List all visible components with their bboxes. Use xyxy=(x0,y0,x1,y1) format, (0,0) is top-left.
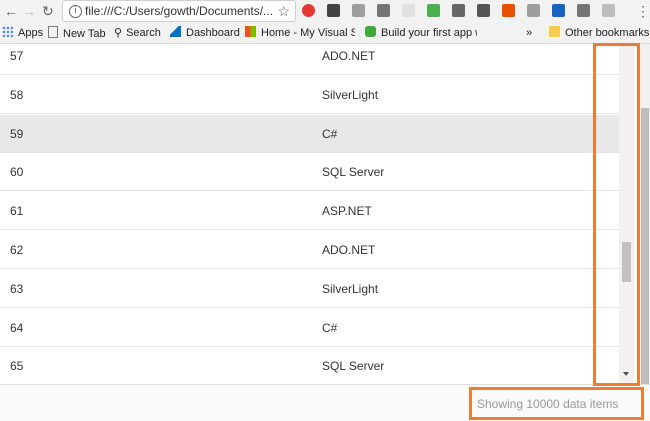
row-id-cell: 61 xyxy=(10,204,24,219)
row-id-cell: 64 xyxy=(10,320,24,335)
table-row[interactable]: 57 ADO.NET xyxy=(0,37,619,75)
row-name-cell: C# xyxy=(322,320,338,335)
browser-toolbar: ← → ↻ i file:///C:/Users/gowth/Documents… xyxy=(0,0,650,23)
row-id-cell: 59 xyxy=(10,126,24,141)
square-icon[interactable] xyxy=(602,4,615,17)
row-id-cell: 63 xyxy=(10,281,24,296)
page-scrollbar-thumb[interactable] xyxy=(641,108,649,388)
row-name-cell: C# xyxy=(322,126,338,141)
table-row[interactable]: 64 C# xyxy=(0,309,619,347)
row-id-cell: 62 xyxy=(10,243,24,257)
forward-arrow-icon[interactable]: → xyxy=(22,2,36,20)
circle-icon[interactable] xyxy=(402,4,415,17)
new-icon[interactable] xyxy=(427,4,440,17)
row-id-cell: 65 xyxy=(10,359,24,374)
row-name-cell: SQL Server xyxy=(322,165,385,180)
row-name-cell: ASP.NET xyxy=(322,204,372,219)
fx-icon[interactable] xyxy=(452,4,465,17)
table-row[interactable]: 62 ADO.NET xyxy=(0,231,619,269)
reload-icon[interactable]: ↻ xyxy=(42,2,54,20)
row-name-cell: SilverLight xyxy=(322,87,379,102)
address-bar[interactable]: i file:///C:/Users/gowth/Documents/... ☆ xyxy=(62,0,296,22)
row-name-cell: SQL Server xyxy=(322,359,385,374)
folder-icon xyxy=(549,26,560,37)
row-id-cell: 60 xyxy=(10,165,24,180)
row-name-cell: ADO.NET xyxy=(322,243,376,257)
apps-grid-icon xyxy=(2,26,13,37)
table-row[interactable]: 60 SQL Server xyxy=(0,153,619,192)
info-icon[interactable]: i xyxy=(69,5,82,18)
table-row[interactable]: 61 ASP.NET xyxy=(0,192,619,231)
table-row[interactable]: 59 C# xyxy=(0,114,619,153)
table-row[interactable]: 58 SilverLight xyxy=(0,76,619,114)
scrollbar-highlight-box xyxy=(593,43,640,386)
g-icon[interactable] xyxy=(352,4,365,17)
music-icon[interactable] xyxy=(552,4,565,17)
chrome-menu-icon[interactable]: ⋮ xyxy=(636,3,650,20)
row-id-cell: 57 xyxy=(10,49,24,63)
windows-icon xyxy=(245,26,256,37)
xamarin-icon xyxy=(365,26,376,37)
grid-icon[interactable] xyxy=(502,4,515,17)
azure-icon xyxy=(170,26,181,37)
back-arrow-icon[interactable]: ← xyxy=(4,2,18,20)
flag-icon[interactable] xyxy=(527,4,540,17)
address-url[interactable]: file:///C:/Users/gowth/Documents/... xyxy=(85,4,273,18)
gear-icon[interactable] xyxy=(577,4,590,17)
row-name-cell: ADO.NET xyxy=(322,49,376,63)
sparkle-icon[interactable] xyxy=(327,4,340,17)
row-id-cell: 58 xyxy=(10,87,24,102)
table-row[interactable]: 65 SQL Server xyxy=(0,347,619,386)
bookmark-star-icon[interactable]: ☆ xyxy=(277,3,290,20)
table-row[interactable]: 63 SilverLight xyxy=(0,270,619,308)
row-name-cell: SilverLight xyxy=(322,281,379,296)
status-highlight-box xyxy=(469,387,644,420)
opera-icon[interactable] xyxy=(302,4,315,17)
layers-icon[interactable] xyxy=(377,4,390,17)
page-scrollbar[interactable] xyxy=(640,44,650,421)
box-icon[interactable] xyxy=(477,4,490,17)
